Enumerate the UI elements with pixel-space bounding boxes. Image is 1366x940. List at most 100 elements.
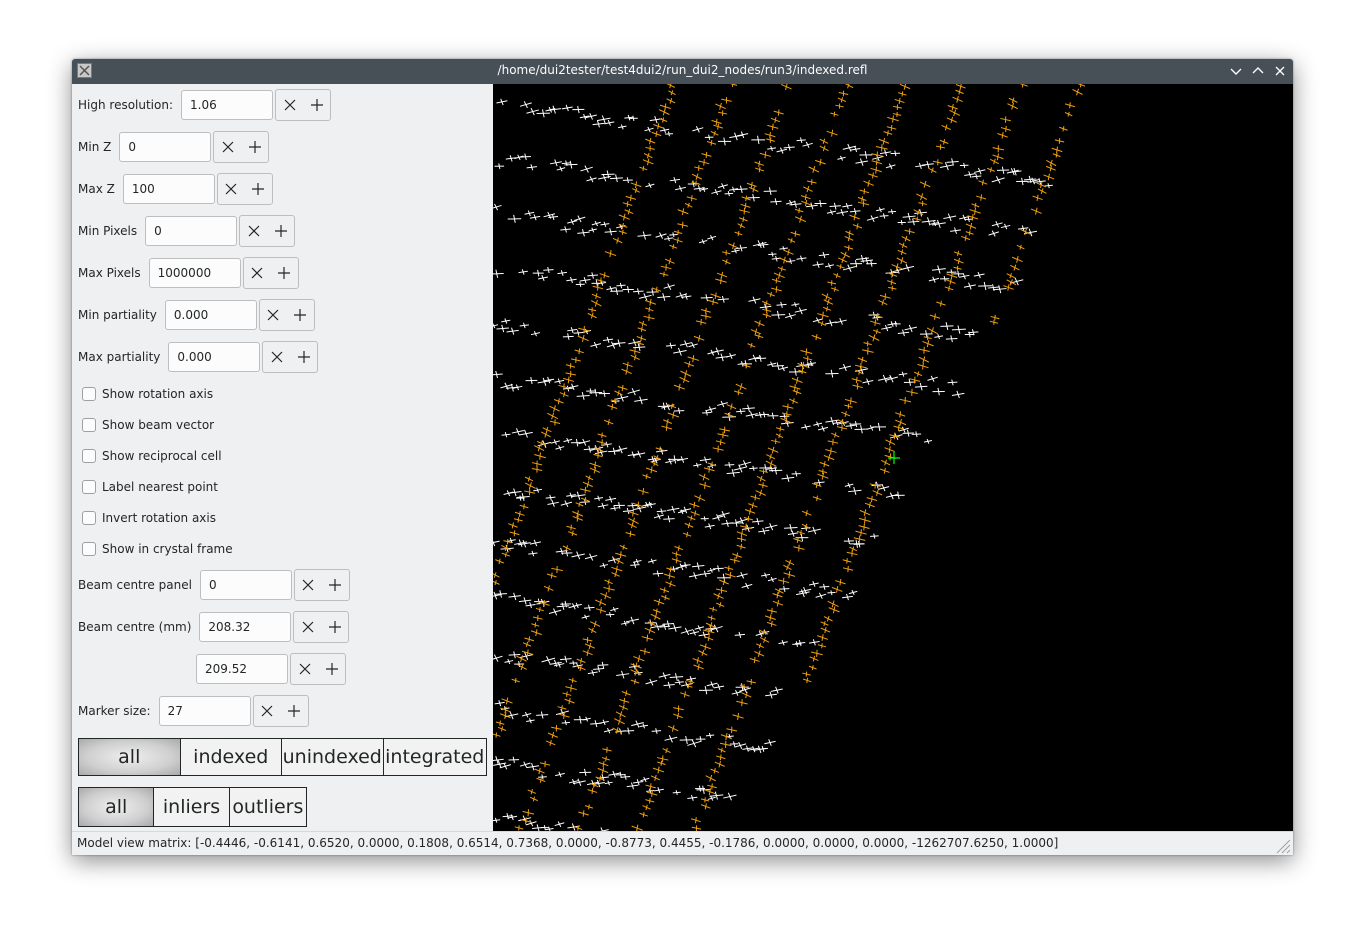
lattice-point bbox=[526, 107, 540, 116]
lattice-point bbox=[525, 602, 536, 609]
lattice-point bbox=[778, 577, 790, 585]
lattice-point bbox=[673, 347, 687, 356]
clear-icon[interactable] bbox=[218, 174, 245, 204]
filter-indexed-button[interactable]: indexed bbox=[180, 739, 282, 775]
lattice-point bbox=[712, 565, 724, 572]
max-pixels-input[interactable]: 1000000 bbox=[148, 258, 241, 288]
lattice-point bbox=[767, 123, 779, 131]
lattice-point bbox=[614, 717, 625, 725]
lattice-point bbox=[664, 572, 676, 580]
add-icon[interactable] bbox=[287, 300, 314, 330]
lattice-point bbox=[563, 437, 573, 444]
lattice-point bbox=[645, 182, 655, 189]
lattice-point bbox=[992, 153, 1004, 161]
lattice-canvas[interactable] bbox=[493, 84, 1293, 831]
clear-icon[interactable] bbox=[295, 570, 322, 600]
add-icon[interactable] bbox=[241, 132, 268, 162]
lattice-point bbox=[767, 446, 779, 454]
show-beam-vector-option[interactable]: Show beam vector bbox=[82, 415, 214, 435]
outlier-all-button[interactable]: all bbox=[79, 788, 155, 826]
add-icon[interactable] bbox=[321, 612, 348, 642]
resize-grip-icon[interactable] bbox=[1273, 836, 1291, 854]
maximize-icon[interactable] bbox=[1250, 63, 1266, 79]
title-bar[interactable]: /home/dui2tester/test4dui2/run_dui2_node… bbox=[72, 59, 1293, 84]
clear-icon[interactable] bbox=[240, 216, 267, 246]
clear-icon[interactable] bbox=[291, 654, 318, 684]
lattice-point bbox=[1000, 223, 1011, 230]
minimize-icon[interactable] bbox=[1228, 63, 1244, 79]
lattice-point bbox=[559, 391, 569, 398]
show-reciprocal-cell-checkbox[interactable] bbox=[82, 449, 96, 463]
lattice-point bbox=[661, 424, 673, 431]
filter-unindexed-button[interactable]: unindexed bbox=[282, 739, 384, 775]
lattice-point bbox=[853, 535, 866, 543]
clear-icon[interactable] bbox=[294, 612, 321, 642]
min-partiality-input[interactable]: 0.000 bbox=[164, 300, 257, 330]
clear-icon[interactable] bbox=[214, 132, 241, 162]
close-icon[interactable] bbox=[1272, 63, 1288, 79]
lattice-point bbox=[562, 691, 572, 697]
lattice-point bbox=[686, 195, 697, 202]
min-z-input[interactable]: 0 bbox=[119, 132, 212, 162]
lattice-point bbox=[556, 166, 566, 172]
filter-integrated-button[interactable]: integrated bbox=[383, 739, 486, 775]
label-nearest-point-checkbox[interactable] bbox=[82, 480, 96, 494]
beam-centre-y-input[interactable]: 209.52 bbox=[196, 654, 288, 684]
lattice-point bbox=[843, 537, 854, 545]
window-title: /home/dui2tester/test4dui2/run_dui2_node… bbox=[497, 63, 868, 77]
min-pixels-input[interactable]: 0 bbox=[145, 216, 238, 246]
lattice-point bbox=[504, 658, 514, 665]
lattice-point bbox=[508, 522, 518, 529]
outliers-button[interactable]: outliers bbox=[229, 788, 307, 826]
lattice-point bbox=[588, 227, 597, 233]
lattice-point bbox=[578, 810, 589, 817]
add-icon[interactable] bbox=[290, 342, 317, 372]
lattice-point bbox=[704, 635, 714, 642]
show-rotation-axis-option[interactable]: Show rotation axis bbox=[82, 384, 213, 404]
show-in-crystal-frame-checkbox[interactable] bbox=[82, 542, 96, 556]
add-icon[interactable] bbox=[281, 696, 308, 726]
show-reciprocal-cell-option[interactable]: Show reciprocal cell bbox=[82, 446, 222, 466]
filter-all-button[interactable]: all bbox=[79, 739, 181, 775]
lattice-point bbox=[591, 293, 601, 300]
max-z-input[interactable]: 100 bbox=[122, 174, 215, 204]
clear-icon[interactable] bbox=[260, 300, 287, 330]
beam-centre-x-input[interactable]: 208.32 bbox=[199, 612, 292, 642]
marker-size-input[interactable]: 27 bbox=[158, 696, 251, 726]
lattice-point bbox=[840, 251, 851, 258]
beam-centre-panel-input[interactable]: 0 bbox=[199, 570, 292, 600]
lattice-point bbox=[876, 207, 885, 213]
lattice-point bbox=[690, 817, 701, 824]
invert-rotation-axis-option[interactable]: Invert rotation axis bbox=[82, 508, 216, 528]
clear-icon[interactable] bbox=[263, 342, 290, 372]
invert-rotation-axis-checkbox[interactable] bbox=[82, 511, 96, 525]
label-nearest-point-option[interactable]: Label nearest point bbox=[82, 477, 218, 497]
lattice-point bbox=[801, 510, 812, 517]
high-resolution-input[interactable]: 1.06 bbox=[181, 90, 274, 120]
lattice-point bbox=[986, 167, 995, 173]
lattice-point bbox=[1036, 181, 1047, 188]
reciprocal-lattice-viewer[interactable] bbox=[493, 84, 1293, 831]
add-icon[interactable] bbox=[322, 570, 349, 600]
add-icon[interactable] bbox=[318, 654, 345, 684]
add-icon[interactable] bbox=[245, 174, 272, 204]
lattice-point bbox=[886, 124, 897, 131]
add-icon[interactable] bbox=[267, 216, 294, 246]
clear-icon[interactable] bbox=[244, 258, 271, 288]
add-icon[interactable] bbox=[271, 258, 298, 288]
lattice-point bbox=[748, 745, 760, 753]
show-in-crystal-frame-option[interactable]: Show in crystal frame bbox=[82, 539, 233, 559]
clear-icon[interactable] bbox=[254, 696, 281, 726]
add-icon[interactable] bbox=[303, 90, 330, 120]
lattice-point bbox=[808, 665, 817, 671]
lattice-point bbox=[736, 530, 748, 537]
inliers-button[interactable]: inliers bbox=[154, 788, 230, 826]
lattice-point bbox=[628, 115, 638, 122]
lattice-point bbox=[622, 286, 634, 293]
show-rotation-axis-checkbox[interactable] bbox=[82, 387, 96, 401]
lattice-point bbox=[898, 242, 908, 249]
lattice-point bbox=[752, 240, 767, 249]
clear-icon[interactable] bbox=[276, 90, 303, 120]
show-beam-vector-checkbox[interactable] bbox=[82, 418, 96, 432]
max-partiality-input[interactable]: 0.000 bbox=[168, 342, 261, 372]
